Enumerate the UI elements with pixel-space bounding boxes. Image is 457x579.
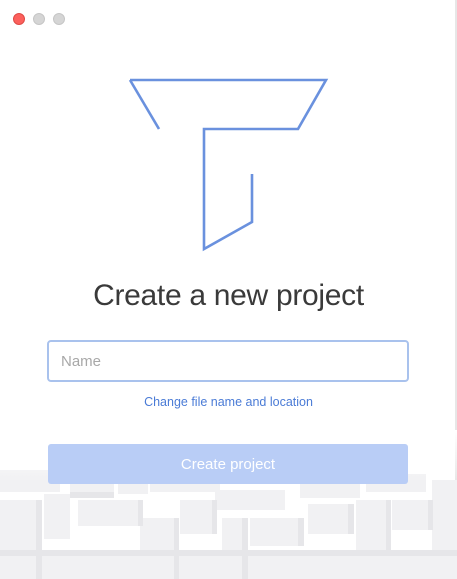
page-title: Create a new project bbox=[93, 279, 364, 312]
t-logo-icon bbox=[128, 78, 329, 252]
create-project-button[interactable]: Create project bbox=[48, 444, 408, 484]
maximize-window-button[interactable] bbox=[53, 13, 65, 25]
change-file-location-link[interactable]: Change file name and location bbox=[0, 395, 457, 409]
minimize-window-button[interactable] bbox=[33, 13, 45, 25]
title-bar bbox=[0, 0, 457, 36]
close-window-button[interactable] bbox=[13, 13, 25, 25]
new-project-window: Create a new project Change file name an… bbox=[0, 0, 457, 579]
project-name-input[interactable] bbox=[47, 340, 409, 382]
